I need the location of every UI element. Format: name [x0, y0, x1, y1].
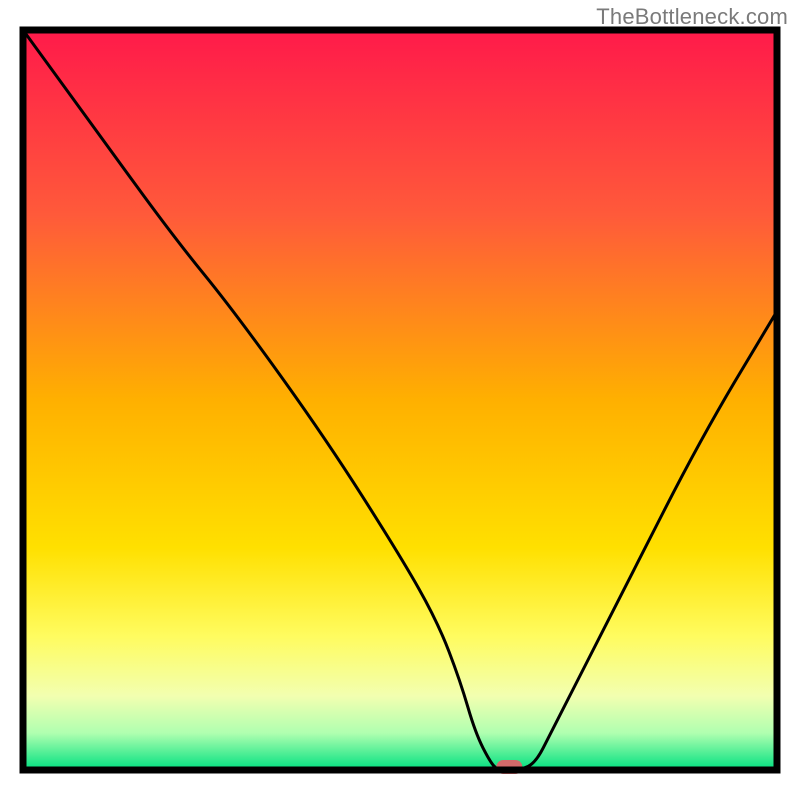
chart-svg	[0, 0, 800, 800]
watermark-text: TheBottleneck.com	[596, 4, 788, 30]
bottleneck-chart: TheBottleneck.com	[0, 0, 800, 800]
gradient-background	[23, 30, 777, 770]
